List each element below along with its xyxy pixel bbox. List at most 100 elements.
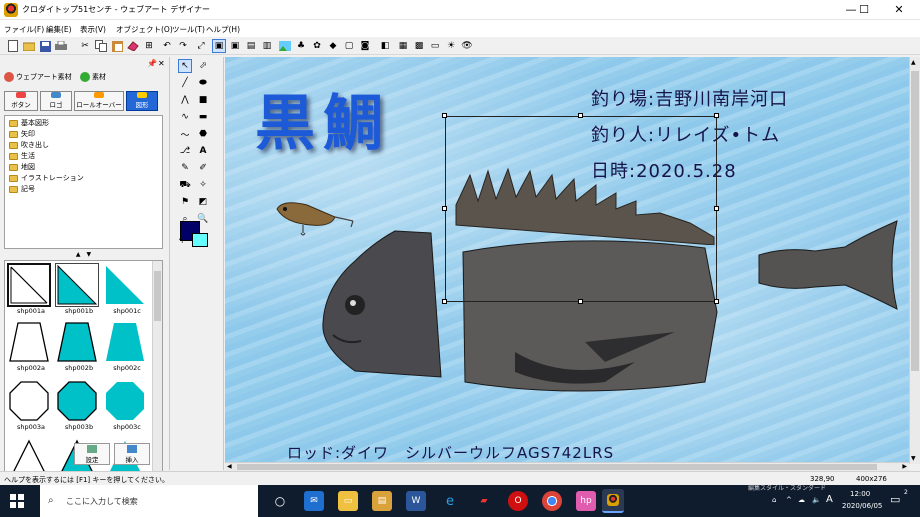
scroll-right-icon[interactable]: ▶ xyxy=(902,463,907,470)
tree-item[interactable]: 矢印 xyxy=(9,129,35,139)
scroll-up-icon[interactable]: ▲ xyxy=(911,59,916,66)
export-icon[interactable]: ◙ xyxy=(358,39,372,53)
splitter-up-icon[interactable]: ▲ xyxy=(76,251,81,258)
opera-icon[interactable]: O xyxy=(508,491,528,511)
menu-object[interactable]: オブジェクト(O) xyxy=(116,24,173,35)
print-icon[interactable] xyxy=(54,39,68,53)
shape-item[interactable]: shp003c xyxy=(103,379,151,431)
swap-colors-icon[interactable]: ↰ xyxy=(178,237,184,245)
copy-icon[interactable] xyxy=(94,39,108,53)
selection-handle[interactable] xyxy=(578,113,583,118)
settings-button[interactable]: 設定 xyxy=(74,443,110,465)
stroke-color-swatch[interactable] xyxy=(192,233,208,247)
menu-file[interactable]: ファイル(F) xyxy=(4,24,44,35)
redo-icon[interactable]: ↷ xyxy=(176,39,190,53)
view-mode-4-icon[interactable]: ▥ xyxy=(260,39,274,53)
menu-edit[interactable]: 編集(E) xyxy=(46,24,72,35)
palette-icon[interactable]: ✿ xyxy=(310,39,324,53)
rod-text[interactable]: ロッド:ダイワ シルバーウルフAGS742LRS xyxy=(287,442,614,463)
canvas-horizontal-scrollbar[interactable]: ◀ ▶ xyxy=(225,462,909,471)
shape-thumbnail[interactable] xyxy=(55,263,99,307)
view-mode-2-icon[interactable]: ▣ xyxy=(228,39,242,53)
app-icon[interactable] xyxy=(4,3,18,17)
save-icon[interactable] xyxy=(38,39,52,53)
selection-handle[interactable] xyxy=(714,299,719,304)
scroll-left-icon[interactable]: ◀ xyxy=(227,463,232,470)
fish-head-image[interactable] xyxy=(315,227,445,387)
shape-item[interactable]: shp003b xyxy=(55,379,103,431)
preview-icon[interactable]: 👁 xyxy=(460,39,474,53)
canvas-vertical-scrollbar[interactable]: ▲ ▼ xyxy=(909,57,920,464)
shape-thumbnail[interactable] xyxy=(7,320,51,364)
category-rollover[interactable]: ロールオーバー xyxy=(74,91,124,111)
shape-item[interactable]: shp001c xyxy=(103,263,151,315)
selection-handle[interactable] xyxy=(714,206,719,211)
category-logo[interactable]: ロゴ xyxy=(40,91,72,111)
splitter[interactable]: ▲ ▼ xyxy=(4,251,163,258)
tab-webart-material[interactable]: ウェブアート素材 xyxy=(4,70,72,84)
hpb-icon[interactable]: hp xyxy=(576,491,596,511)
view-mode-3-icon[interactable]: ▤ xyxy=(244,39,258,53)
insert-button[interactable]: 挿入 xyxy=(114,443,150,465)
tree-item[interactable]: 地図 xyxy=(9,162,35,172)
paint-app-icon[interactable]: ▰ xyxy=(474,491,494,511)
shape-item[interactable]: shp003a xyxy=(7,379,55,431)
freehand-tool-icon[interactable]: 〜 xyxy=(178,127,192,141)
tree-item[interactable]: 生活 xyxy=(9,151,35,161)
shape-item[interactable]: shp002b xyxy=(55,320,103,372)
select-arrow-icon[interactable]: ↖ xyxy=(178,59,192,73)
category-shape[interactable]: 図形 xyxy=(126,91,158,111)
design-canvas[interactable]: 黒鯛 釣り場:吉野川南岸河口 釣り人:リレイズ•トム 日時:2020.5.28 … xyxy=(225,57,909,464)
undo-icon[interactable]: ↶ xyxy=(160,39,174,53)
polygon-tool-icon[interactable]: ⬣ xyxy=(196,127,210,141)
fill-tool-icon[interactable]: ⛟ xyxy=(178,178,192,192)
shape-thumbnail[interactable] xyxy=(55,379,99,423)
shape-icon[interactable]: ◆ xyxy=(326,39,340,53)
shape-item[interactable]: shp001b xyxy=(55,263,103,315)
ellipse-tool-icon[interactable]: ⬬ xyxy=(196,76,210,90)
shape-thumbnail[interactable] xyxy=(103,263,147,307)
open-icon[interactable] xyxy=(22,39,36,53)
webart-designer-taskbar-icon[interactable] xyxy=(602,489,624,513)
fishing-spot-text[interactable]: 釣り場:吉野川南岸河口 xyxy=(591,85,788,111)
scroll-thumb[interactable] xyxy=(154,271,161,321)
splitter-down-icon[interactable]: ▼ xyxy=(87,251,92,258)
category-button[interactable]: ボタン xyxy=(4,91,38,111)
menu-view[interactable]: 表示(V) xyxy=(80,24,106,35)
rectangle-tool-icon[interactable]: ■ xyxy=(196,93,210,107)
erase-icon[interactable] xyxy=(126,39,140,53)
selection-handle[interactable] xyxy=(442,113,447,118)
mail-icon[interactable]: ✉ xyxy=(304,491,324,511)
clock-date[interactable]: 2020/06/05 xyxy=(842,502,882,510)
tree-item[interactable]: イラストレーション xyxy=(9,173,84,183)
view-mode-1-icon[interactable]: ▣ xyxy=(212,39,226,53)
airbrush-tool-icon[interactable]: ✧ xyxy=(196,178,210,192)
pin-icon[interactable]: 📌 xyxy=(147,59,157,68)
onedrive-icon[interactable]: ☁ xyxy=(798,496,805,504)
tree-item[interactable]: 吹き出し xyxy=(9,140,49,150)
selection-box[interactable] xyxy=(445,116,717,302)
scroll-thumb[interactable] xyxy=(237,464,877,470)
polyline-tool-icon[interactable]: ⋀ xyxy=(178,93,192,107)
grid-icon[interactable]: ⊞ xyxy=(142,39,156,53)
tree-item[interactable]: 記号 xyxy=(9,184,35,194)
clock-time[interactable]: 12:00 xyxy=(850,490,870,498)
start-icon[interactable] xyxy=(10,494,24,510)
tray-chevron-icon[interactable]: ^ xyxy=(786,496,792,504)
line-tool-icon[interactable]: ╱ xyxy=(178,76,192,90)
pencil-tool-icon[interactable]: ✎ xyxy=(178,161,192,175)
new-icon[interactable] xyxy=(6,39,20,53)
people-icon[interactable]: ⌂ xyxy=(772,496,776,504)
tree-item[interactable]: 基本図形 xyxy=(9,118,49,128)
selection-handle[interactable] xyxy=(714,113,719,118)
paint-icon[interactable]: ♣ xyxy=(294,39,308,53)
tab-material[interactable]: 素材 xyxy=(80,70,106,84)
web-icon[interactable]: ◧ xyxy=(378,39,392,53)
cut-icon[interactable]: ✂ xyxy=(78,39,92,53)
notification-icon[interactable]: ▭ xyxy=(890,493,900,506)
image-icon[interactable] xyxy=(278,39,292,53)
canvas-title[interactable]: 黒鯛 xyxy=(255,75,391,162)
monitor-icon[interactable]: ▭ xyxy=(428,39,442,53)
text-tool-icon[interactable]: A xyxy=(196,144,210,158)
effect-icon[interactable]: ☀ xyxy=(444,39,458,53)
